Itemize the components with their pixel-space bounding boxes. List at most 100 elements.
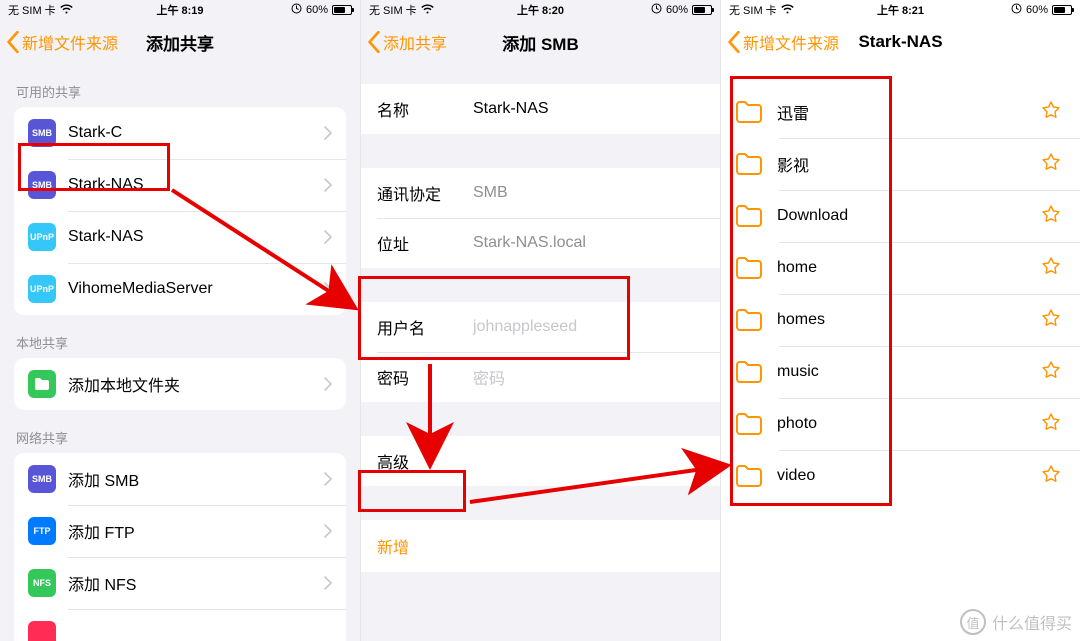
folder-icon (735, 100, 763, 124)
chevron-right-icon (324, 282, 332, 296)
add-smb[interactable]: SMB 添加 SMB (14, 453, 346, 505)
chevron-right-icon (324, 472, 332, 486)
battery-icon (692, 5, 712, 15)
folder-item[interactable]: Download (721, 190, 1080, 242)
back-button[interactable]: 新增文件来源 (6, 20, 118, 64)
upnp-icon: UPnP (28, 275, 56, 303)
status-bar: 无 SIM 卡 上午 8:19 60% (0, 0, 360, 20)
watermark-badge: 值 (960, 609, 986, 635)
star-icon[interactable] (1042, 257, 1060, 280)
smb-icon: SMB (28, 119, 56, 147)
name-value: Stark-NAS (473, 100, 704, 118)
star-icon[interactable] (1042, 465, 1060, 488)
field-protocol[interactable]: 通讯协定 SMB (361, 168, 720, 218)
chevron-left-icon (727, 31, 741, 53)
folder-icon (735, 464, 763, 488)
folder-add-icon (28, 370, 56, 398)
chevron-right-icon (324, 576, 332, 590)
folder-item[interactable]: video (721, 450, 1080, 502)
protocol-value: SMB (473, 184, 704, 202)
chevron-right-icon (324, 524, 332, 538)
add-nfs[interactable]: NFS 添加 NFS (14, 557, 346, 609)
watermark-text: 什么值得买 (992, 610, 1072, 634)
star-icon[interactable] (1042, 101, 1060, 124)
smb-icon: SMB (28, 465, 56, 493)
folder-icon (735, 360, 763, 384)
back-button[interactable]: 新增文件来源 (727, 20, 839, 64)
status-bar: 无 SIM 卡 上午 8:21 60% (721, 0, 1080, 20)
folder-icon (735, 256, 763, 280)
advanced-toggle[interactable]: 高级 (361, 436, 720, 486)
star-icon[interactable] (1042, 361, 1060, 384)
field-name[interactable]: 名称 Stark-NAS (361, 84, 720, 134)
rotation-lock-icon (1011, 3, 1022, 17)
wifi-icon (781, 4, 794, 17)
back-label: 新增文件来源 (743, 30, 839, 54)
rotation-lock-icon (291, 3, 302, 17)
chevron-left-icon (6, 31, 20, 53)
chevron-right-icon (324, 178, 332, 192)
folder-item[interactable]: 迅雷 (721, 86, 1080, 138)
folder-icon (735, 308, 763, 332)
field-username[interactable]: 用户名 johnappleseed (361, 302, 720, 352)
status-bar: 无 SIM 卡 上午 8:20 60% (361, 0, 720, 20)
wifi-icon (421, 4, 434, 17)
star-icon[interactable] (1042, 153, 1060, 176)
chevron-left-icon (367, 31, 381, 53)
add-button[interactable]: 新增 (361, 520, 720, 572)
address-value: Stark-NAS.local (473, 234, 704, 252)
folder-icon (735, 412, 763, 436)
folder-item[interactable]: home (721, 242, 1080, 294)
carrier-label: 无 SIM 卡 (8, 2, 56, 18)
password-input[interactable]: 密码 (473, 365, 704, 389)
back-button[interactable]: 添加共享 (367, 20, 447, 64)
add-local-folder[interactable]: 添加本地文件夹 (14, 358, 346, 410)
star-icon[interactable] (1042, 413, 1060, 436)
chevron-right-icon (324, 230, 332, 244)
share-item-stark-nas-upnp[interactable]: UPnP Stark-NAS (14, 211, 346, 263)
panel-add-share: 无 SIM 卡 上午 8:19 60% 新增文件来源 添加共享 可用的共享 (0, 0, 360, 641)
section-network: 网络共享 (0, 410, 360, 453)
add-other[interactable] (14, 609, 346, 641)
upnp-icon: UPnP (28, 223, 56, 251)
folder-item[interactable]: music (721, 346, 1080, 398)
nfs-icon: NFS (28, 569, 56, 597)
folder-icon (735, 152, 763, 176)
folder-item[interactable]: photo (721, 398, 1080, 450)
smb-icon: SMB (28, 171, 56, 199)
rotation-lock-icon (651, 3, 662, 17)
star-icon[interactable] (1042, 309, 1060, 332)
share-item-stark-nas-smb[interactable]: SMB Stark-NAS (14, 159, 346, 211)
share-item-vihome[interactable]: UPnP VihomeMediaServer (14, 263, 346, 315)
nav-bar: 新增文件来源 添加共享 (0, 20, 360, 64)
page-title: Stark-NAS (858, 32, 942, 52)
back-label: 新增文件来源 (22, 30, 118, 54)
field-address[interactable]: 位址 Stark-NAS.local (361, 218, 720, 268)
nav-bar: 添加共享 添加 SMB (361, 20, 720, 64)
username-input[interactable]: johnappleseed (473, 318, 704, 336)
chevron-right-icon (324, 126, 332, 140)
folder-item[interactable]: 影视 (721, 138, 1080, 190)
share-item-stark-c[interactable]: SMB Stark-C (14, 107, 346, 159)
battery-icon (1052, 5, 1072, 15)
battery-pct: 60% (306, 4, 328, 16)
back-label: 添加共享 (383, 30, 447, 54)
watermark: 值 什么值得买 (960, 609, 1072, 635)
chevron-down-icon (696, 454, 704, 468)
section-available: 可用的共享 (0, 64, 360, 107)
protocol-icon (28, 621, 56, 641)
chevron-right-icon (324, 377, 332, 391)
folder-icon (735, 204, 763, 228)
battery-pct: 60% (1026, 4, 1048, 16)
panel-add-smb: 无 SIM 卡 上午 8:20 60% 添加共享 添加 SMB (360, 0, 720, 641)
star-icon[interactable] (1042, 205, 1060, 228)
ftp-icon: FTP (28, 517, 56, 545)
page-title: 添加 SMB (502, 30, 579, 55)
field-password[interactable]: 密码 密码 (361, 352, 720, 402)
carrier-label: 无 SIM 卡 (729, 2, 777, 18)
nav-bar: 新增文件来源 Stark-NAS (721, 20, 1080, 64)
folder-item[interactable]: homes (721, 294, 1080, 346)
section-local: 本地共享 (0, 315, 360, 358)
panel-folder-list: 无 SIM 卡 上午 8:21 60% 新增文件来源 Stark-NAS (720, 0, 1080, 641)
add-ftp[interactable]: FTP 添加 FTP (14, 505, 346, 557)
